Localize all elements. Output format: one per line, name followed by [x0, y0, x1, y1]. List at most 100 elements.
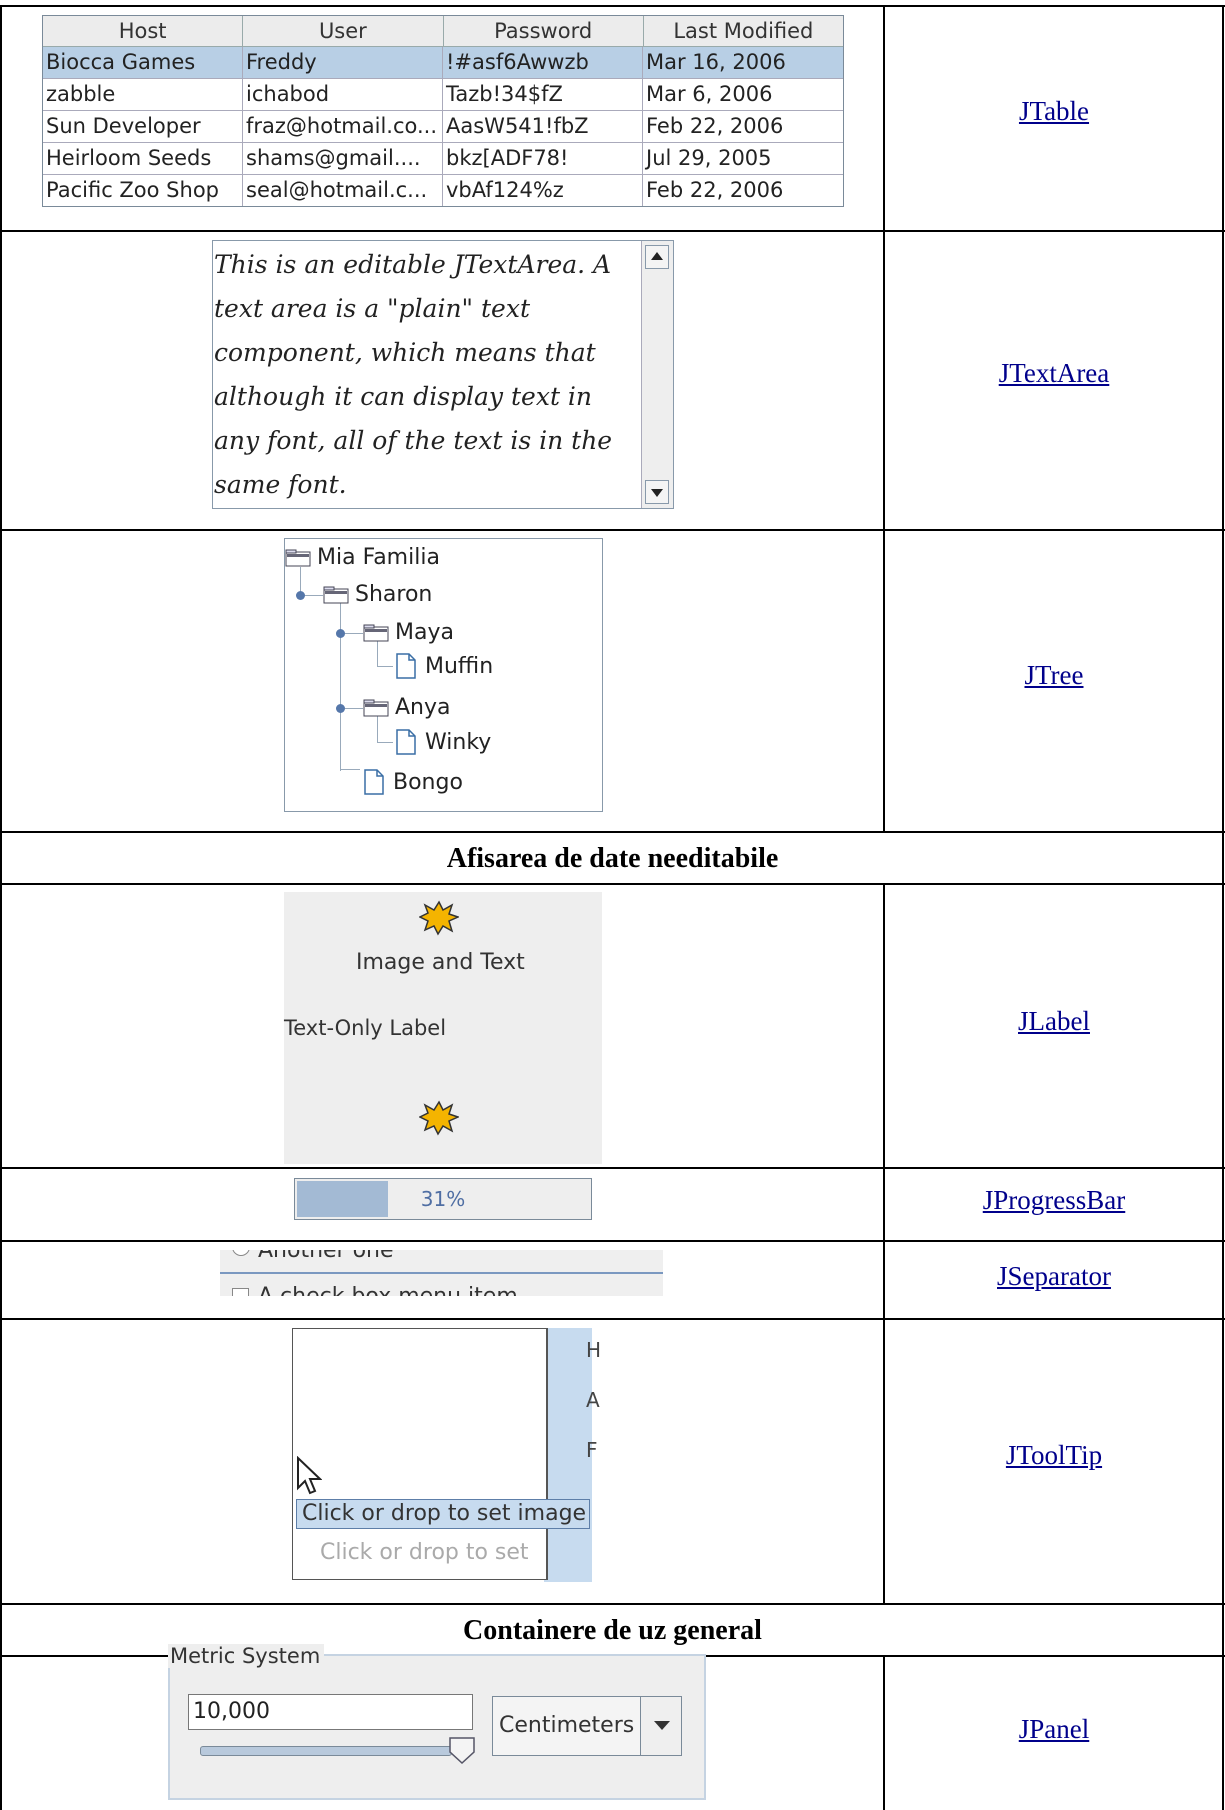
tree-node[interactable]: Anya [363, 695, 451, 720]
link-jtooltip[interactable]: JToolTip [884, 1440, 1224, 1471]
jtooltip-demo: H A F Click or drop to set image Click o… [292, 1328, 601, 1582]
jtextarea-demo[interactable]: This is an editable JTextArea. A text ar… [212, 240, 674, 509]
label-text-only: Text-Only Label [284, 1016, 447, 1040]
table-cell[interactable]: Feb 22, 2006 [643, 175, 843, 206]
column-header-user[interactable]: User [243, 16, 444, 46]
tree-node-root[interactable]: Mia Familia [285, 545, 440, 570]
table-cell[interactable]: zabble [43, 79, 243, 110]
folder-icon [363, 699, 389, 716]
jlabel-demo: Image and Text Text-Only Label [284, 892, 602, 1164]
table-row[interactable]: zabble ichabod Tazb!34$fZ Mar 6, 2006 [43, 79, 843, 111]
tree-node-label: Anya [395, 695, 451, 720]
jseparator-demo: Another one A check box menu item [220, 1250, 663, 1296]
table-cell[interactable]: seal@hotmail.c... [243, 175, 443, 206]
jtable-demo[interactable]: Host User Password Last Modified Biocca … [42, 15, 844, 207]
row-divider [0, 831, 1225, 833]
link-jtree[interactable]: JTree [884, 660, 1224, 691]
table-cell[interactable]: Biocca Games [43, 47, 243, 78]
tree-expand-handle[interactable] [296, 591, 305, 600]
menu-item-below[interactable]: A check box menu item [258, 1284, 518, 1296]
table-border-left [0, 5, 2, 1810]
tree-node[interactable]: Maya [363, 620, 454, 645]
table-row[interactable]: Heirloom Seeds shams@gmail.... bkz[ADF78… [43, 143, 843, 175]
table-row[interactable]: Sun Developer fraz@hotmail.co... AasW541… [43, 111, 843, 143]
column-header-last-modified[interactable]: Last Modified [644, 16, 843, 46]
star-burst-icon [419, 1100, 459, 1136]
tree-node-label: Mia Familia [317, 545, 440, 570]
table-cell[interactable]: shams@gmail.... [243, 143, 443, 174]
link-jseparator[interactable]: JSeparator [884, 1261, 1224, 1292]
table-cell[interactable]: AasW541!fbZ [443, 111, 643, 142]
arrow-up-icon [651, 252, 663, 260]
table-cell[interactable]: Pacific Zoo Shop [43, 175, 243, 206]
side-text: F [586, 1438, 598, 1462]
link-jtextarea[interactable]: JTextArea [884, 358, 1224, 389]
jtree-demo[interactable]: Mia Familia Sharon Maya Muffin Anya Wink… [284, 538, 603, 812]
tree-node-leaf[interactable]: Muffin [395, 653, 493, 679]
table-row[interactable]: Pacific Zoo Shop seal@hotmail.c... vbAf1… [43, 175, 843, 206]
table-border-right [1222, 5, 1224, 1810]
link-jtable[interactable]: JTable [884, 96, 1224, 127]
combo-dropdown-button[interactable] [640, 1697, 681, 1755]
vertical-scrollbar[interactable] [641, 241, 673, 508]
text-line: component, which means that [214, 338, 596, 367]
table-cell[interactable]: Tazb!34$fZ [443, 79, 643, 110]
column-divider [883, 5, 885, 832]
table-cell[interactable]: !#asf6Awwzb [443, 47, 643, 78]
table-cell[interactable]: vbAf124%z [443, 175, 643, 206]
tree-connector [377, 666, 393, 667]
table-cell[interactable]: Mar 6, 2006 [643, 79, 843, 110]
row-divider [0, 1603, 1225, 1605]
tree-node-label: Winky [425, 729, 492, 755]
table-cell[interactable]: Feb 22, 2006 [643, 111, 843, 142]
tree-expand-handle[interactable] [336, 704, 345, 713]
folder-icon [363, 624, 389, 641]
table-row-selected[interactable]: Biocca Games Freddy !#asf6Awwzb Mar 16, … [43, 47, 843, 79]
label-image-and-text: Image and Text [356, 950, 525, 975]
slider-track[interactable] [200, 1746, 452, 1756]
link-jpanel[interactable]: JPanel [884, 1714, 1224, 1745]
table-header: Host User Password Last Modified [43, 16, 843, 47]
tree-connector [345, 633, 363, 634]
table-cell[interactable]: bkz[ADF78! [443, 143, 643, 174]
arrow-down-icon [651, 489, 663, 497]
text-area-content[interactable]: This is an editable JTextArea. A text ar… [213, 241, 634, 507]
star-burst-icon [419, 900, 459, 936]
checkbox-icon [232, 1288, 249, 1296]
table-cell[interactable]: fraz@hotmail.co... [243, 111, 443, 142]
row-divider [0, 1318, 1225, 1320]
tree-node-label: Sharon [355, 582, 433, 607]
tree-node-leaf[interactable]: Winky [395, 729, 491, 755]
folder-icon [285, 549, 311, 566]
side-text: A [586, 1388, 600, 1412]
tree-node[interactable]: Sharon [323, 582, 432, 607]
panel-title: Metric System [168, 1644, 325, 1668]
link-jlabel[interactable]: JLabel [884, 1006, 1224, 1037]
tree-node-label: Maya [395, 620, 454, 645]
ghost-text: Click or drop to set [320, 1540, 529, 1565]
background-panel [544, 1328, 592, 1582]
tree-expand-handle[interactable] [336, 629, 345, 638]
file-icon [396, 653, 416, 679]
table-border-top [0, 5, 1225, 7]
text-line: although it can display text in [214, 382, 593, 411]
scroll-up-button[interactable] [645, 245, 669, 269]
units-combobox[interactable]: Centimeters [492, 1696, 682, 1756]
file-icon [364, 769, 384, 795]
menu-item-above[interactable]: Another one [258, 1250, 394, 1263]
tree-node-label: Muffin [425, 653, 494, 679]
table-cell[interactable]: Mar 16, 2006 [643, 47, 843, 78]
slider-thumb[interactable] [448, 1736, 476, 1764]
value-input[interactable]: 10,000 [188, 1694, 473, 1730]
table-cell[interactable]: Sun Developer [43, 111, 243, 142]
table-cell[interactable]: Freddy [243, 47, 443, 78]
link-jprogressbar[interactable]: JProgressBar [884, 1185, 1224, 1216]
column-header-host[interactable]: Host [43, 16, 244, 46]
table-cell[interactable]: Jul 29, 2005 [643, 143, 843, 174]
table-cell[interactable]: ichabod [243, 79, 443, 110]
table-cell[interactable]: Heirloom Seeds [43, 143, 243, 174]
jpanel-demo: Metric System 10,000 Centimeters [168, 1644, 706, 1800]
scroll-down-button[interactable] [645, 480, 669, 504]
column-header-password[interactable]: Password [444, 16, 644, 46]
tree-node-leaf[interactable]: Bongo [363, 769, 463, 795]
